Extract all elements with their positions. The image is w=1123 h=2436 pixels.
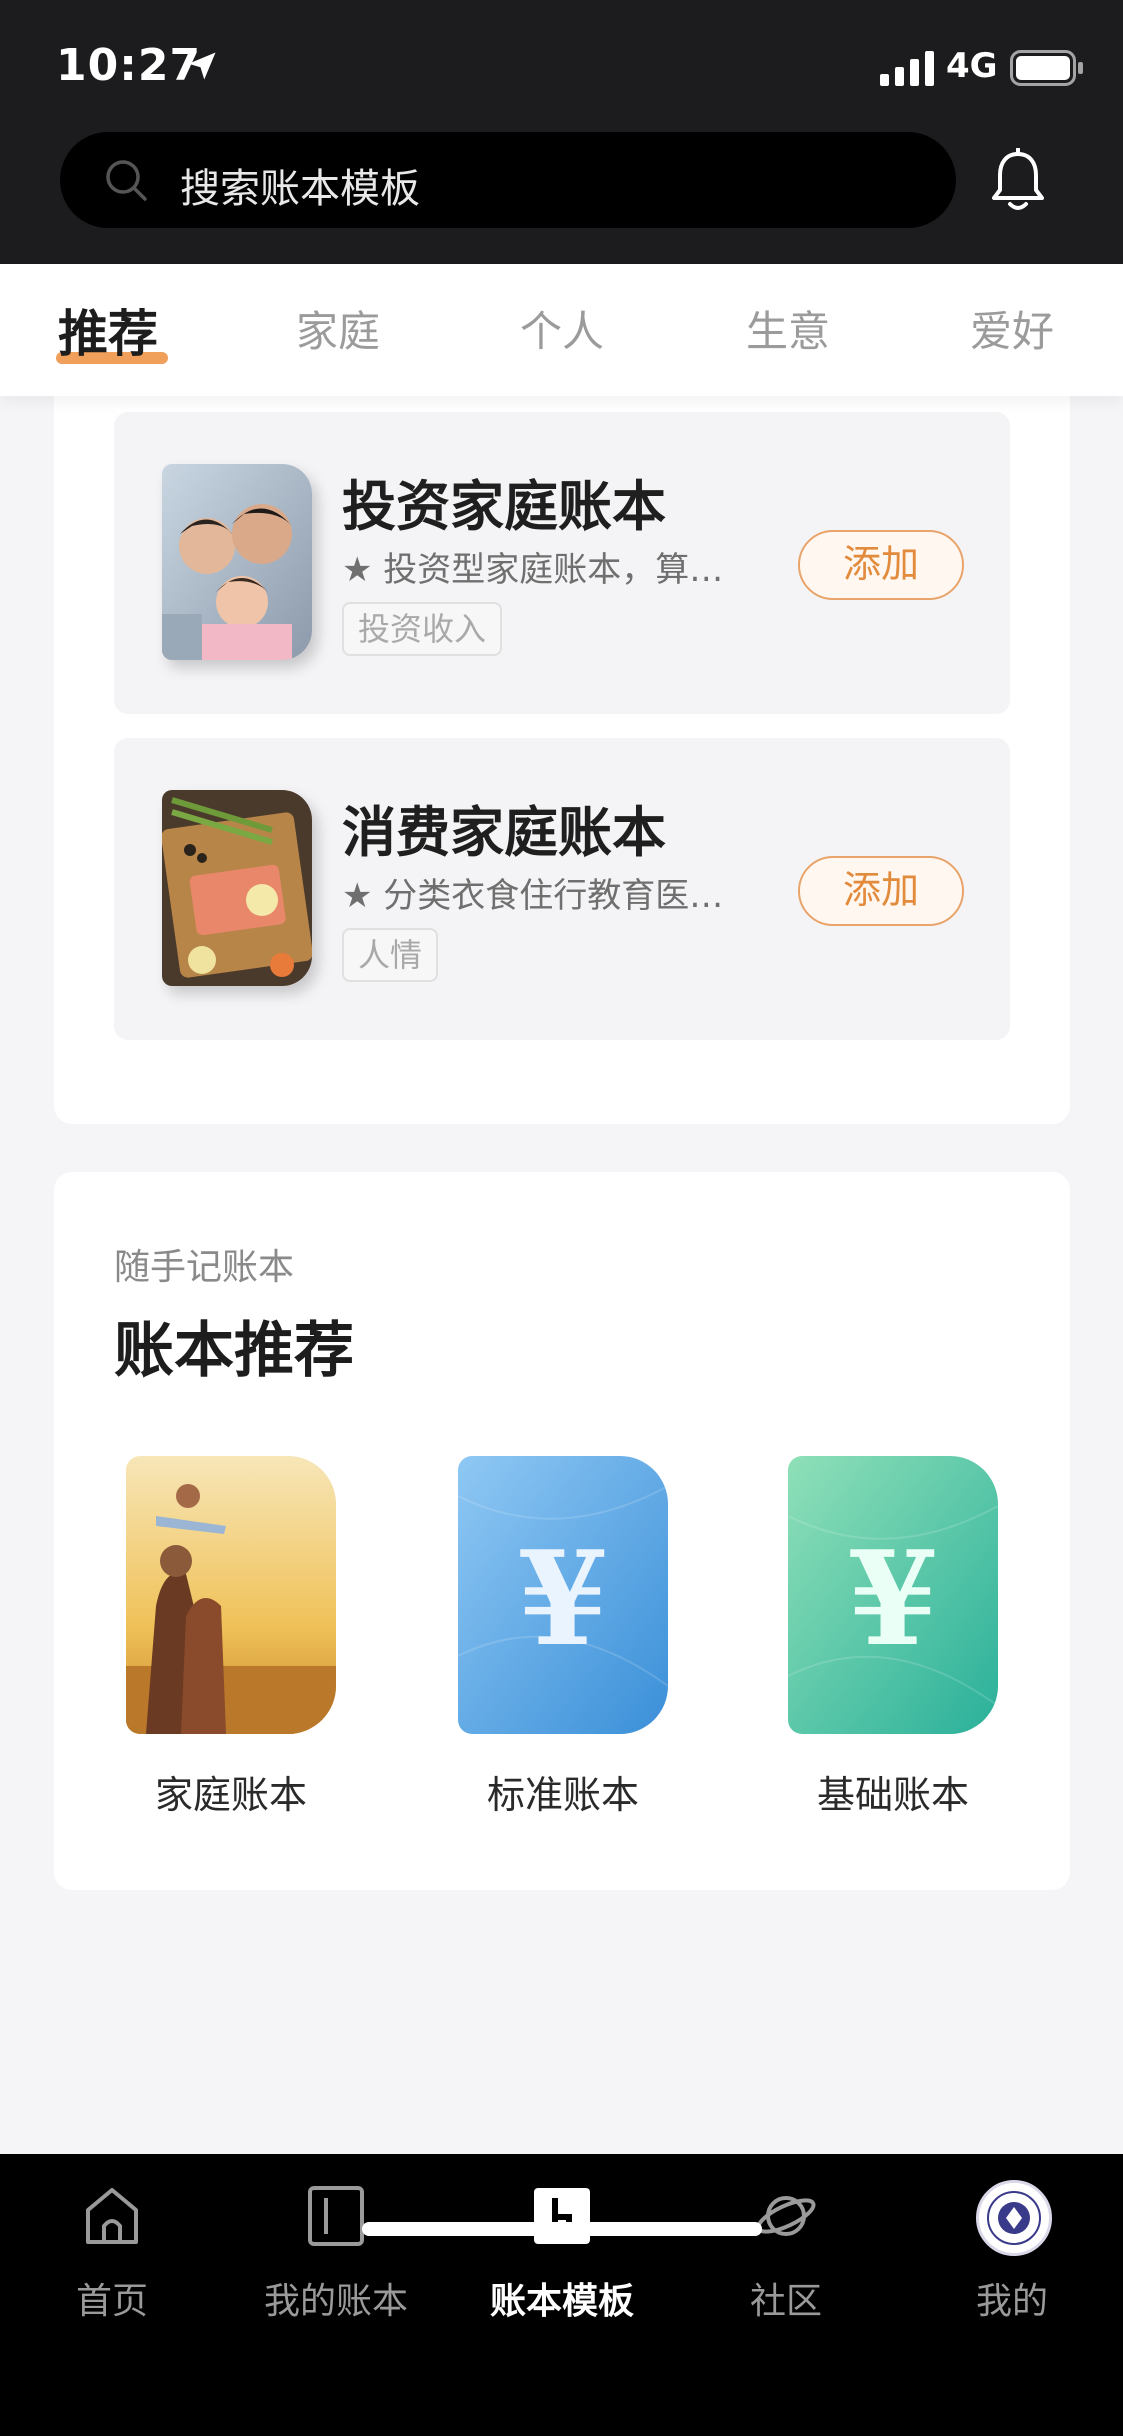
bottom-nav: 首页 我的账本 账本模板 社区 我的	[0, 2154, 1123, 2436]
top-header: 10:27 4G 搜索账本模板	[0, 0, 1123, 264]
recommend-item-label: 基础账本	[816, 1773, 969, 1817]
nav-my-books[interactable]: 我的账本	[236, 2184, 436, 2334]
nav-label: 社区	[749, 2281, 822, 2322]
family-book-cover	[126, 1456, 336, 1734]
book-description: ★ 分类衣食住行教育医…	[342, 876, 724, 916]
home-indicator	[362, 2222, 762, 2236]
standard-book-cover: ¥	[458, 1456, 668, 1734]
recommend-item-family[interactable]: 家庭账本	[126, 1456, 336, 1817]
planet-icon	[756, 2196, 816, 2236]
basic-book-cover: ¥	[788, 1456, 998, 1734]
notification-bell-icon[interactable]	[988, 148, 1048, 214]
recommend-item-label: 标准账本	[486, 1773, 639, 1817]
list-item[interactable]: 投资家庭账本 ★ 投资型家庭账本，算… 投资收入 添加	[114, 412, 1010, 714]
nav-me[interactable]: 我的	[912, 2180, 1112, 2334]
book-description: ★ 投资型家庭账本，算…	[342, 550, 724, 590]
search-placeholder: 搜索账本模板	[180, 166, 420, 212]
book-tag: 投资收入	[342, 602, 503, 656]
book-title: 投资家庭账本	[342, 475, 666, 538]
nav-templates[interactable]: 账本模板	[462, 2184, 662, 2334]
nav-home[interactable]: 首页	[12, 2184, 212, 2334]
tab-business[interactable]: 生意	[746, 298, 830, 359]
search-input[interactable]: 搜索账本模板	[60, 132, 956, 228]
recommend-item-label: 家庭账本	[154, 1773, 307, 1817]
nav-label: 首页	[75, 2281, 148, 2322]
avatar	[976, 2180, 1052, 2256]
cellular-signal-icon	[880, 51, 934, 86]
status-time: 10:27	[56, 40, 202, 91]
tab-family[interactable]: 家庭	[296, 298, 380, 359]
recommend-item-standard[interactable]: ¥ 标准账本	[458, 1456, 668, 1817]
add-button[interactable]: 添加	[798, 856, 964, 926]
tab-recommend[interactable]: 推荐	[58, 294, 158, 366]
tab-personal[interactable]: 个人	[520, 298, 604, 359]
book-icon	[308, 2186, 364, 2246]
book-title: 消费家庭账本	[342, 801, 666, 864]
status-bar: 10:27 4G	[0, 0, 1123, 130]
template-icon	[534, 2188, 590, 2244]
home-icon	[86, 2188, 138, 2244]
tab-hobby[interactable]: 爱好	[970, 298, 1054, 359]
nav-label: 账本模板	[489, 2281, 634, 2322]
nav-community[interactable]: 社区	[686, 2184, 886, 2334]
recommend-title: 账本推荐	[114, 1316, 354, 1386]
add-button[interactable]: 添加	[798, 530, 964, 600]
recommend-subtitle: 随手记账本	[114, 1247, 295, 1288]
recommend-card: 随手记账本 账本推荐 家庭账本 ¥ 标准账本 ¥ 基础账本	[54, 1172, 1070, 1890]
book-cover-image	[162, 790, 312, 986]
search-icon	[106, 160, 147, 201]
template-list-card: 投资家庭账本 ★ 投资型家庭账本，算… 投资收入 添加 消费家庭账本 ★ 分类衣…	[54, 340, 1070, 1124]
battery-icon	[1010, 50, 1083, 86]
nav-label: 我的	[975, 2281, 1048, 2322]
book-tag: 人情	[342, 928, 439, 982]
book-cover-image	[162, 464, 312, 660]
location-arrow-icon	[188, 52, 216, 80]
category-tabs: 推荐 家庭 个人 生意 爱好	[0, 264, 1123, 396]
nav-label: 我的账本	[263, 2281, 408, 2322]
list-item[interactable]: 消费家庭账本 ★ 分类衣食住行教育医… 人情 添加	[114, 738, 1010, 1040]
network-type: 4G	[946, 46, 998, 86]
svg-text:¥: ¥	[518, 1522, 608, 1675]
recommend-item-basic[interactable]: ¥ 基础账本	[788, 1456, 998, 1817]
svg-text:¥: ¥	[848, 1522, 938, 1675]
